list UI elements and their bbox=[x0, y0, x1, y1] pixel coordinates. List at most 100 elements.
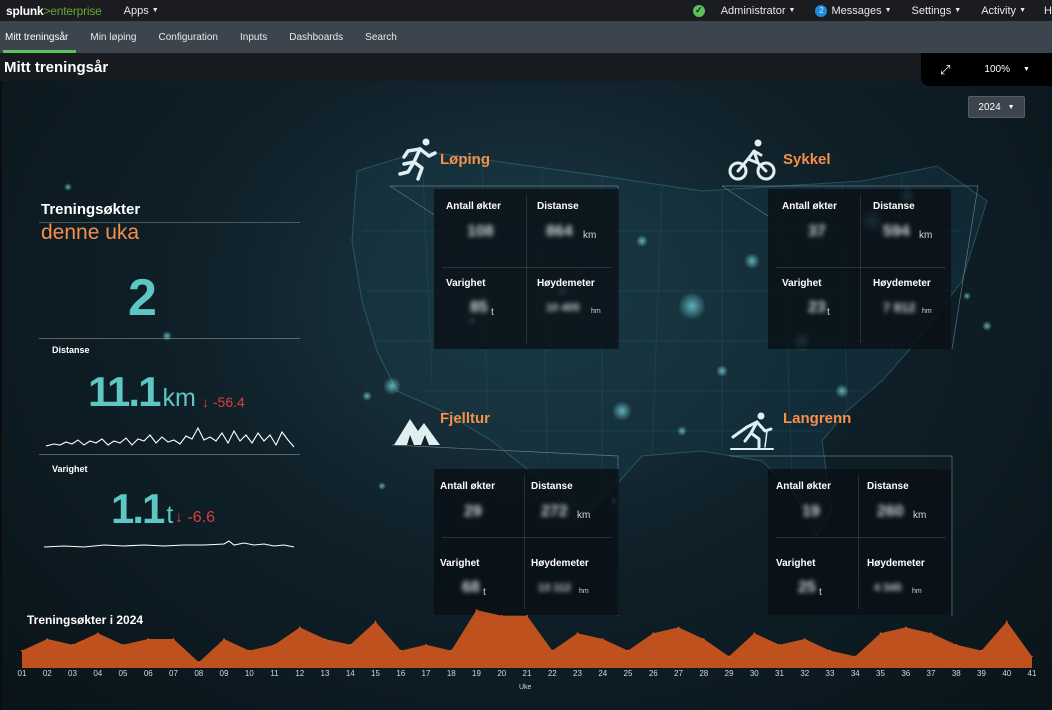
week-distance-label: Distanse bbox=[52, 345, 90, 355]
splunk-logo[interactable]: splunk>enterprise bbox=[6, 4, 102, 18]
elevation-value: 10 405 bbox=[546, 302, 580, 314]
year-select[interactable]: 2024 ▼ bbox=[968, 96, 1025, 118]
x-tick-label: 41 bbox=[1027, 669, 1037, 678]
help-menu[interactable]: H bbox=[1044, 5, 1052, 17]
x-tick-label: 07 bbox=[169, 669, 178, 678]
sessions-value: 19 bbox=[802, 503, 820, 520]
sessions-label: Antall økter bbox=[446, 201, 502, 212]
x-tick-label: 01 bbox=[17, 669, 27, 678]
week-distance-delta: ↓ -56.4 bbox=[202, 394, 245, 410]
cyclist-icon bbox=[728, 139, 776, 181]
divider bbox=[39, 338, 300, 339]
distance-value: 272 bbox=[541, 503, 568, 520]
app-nav: Mitt treningsår Min løping Configuration… bbox=[0, 21, 1052, 53]
duration-label: Varighet bbox=[440, 558, 480, 569]
distance-unit: km bbox=[913, 510, 927, 521]
x-tick-label: 34 bbox=[850, 669, 860, 678]
sport-title-fjelltur: Fjelltur bbox=[440, 410, 491, 427]
week-duration-value: 1.1 t bbox=[111, 485, 174, 532]
zoom-dropdown-icon[interactable]: ▼ bbox=[1023, 66, 1030, 73]
elevation-label: Høydemeter bbox=[867, 558, 925, 569]
apps-menu[interactable]: Apps ▼ bbox=[124, 5, 159, 17]
duration-label: Varighet bbox=[446, 278, 486, 289]
distance-label: Distanse bbox=[873, 201, 915, 212]
sessions-value: 37 bbox=[808, 223, 826, 240]
x-tick-label: 12 bbox=[295, 669, 305, 678]
fullscreen-icon[interactable]: ⤢ bbox=[940, 62, 950, 78]
week-distance-value: 11.1 km bbox=[88, 368, 196, 415]
zoom-level[interactable]: 100% bbox=[984, 64, 1010, 75]
sessions-label: Antall økter bbox=[782, 201, 838, 212]
duration-unit: t bbox=[819, 587, 822, 598]
x-tick-label: 19 bbox=[472, 669, 481, 678]
elevation-value: 13 112 bbox=[538, 582, 572, 594]
x-tick-label: 16 bbox=[396, 669, 406, 678]
x-tick-label: 38 bbox=[951, 669, 961, 678]
zoom-control: ⤢ 100% ▼ bbox=[921, 53, 1052, 86]
duration-label: Varighet bbox=[782, 278, 822, 289]
caret-down-icon: ▼ bbox=[954, 7, 962, 14]
sport-title-langrenn: Langrenn bbox=[783, 410, 852, 427]
x-tick-label: 05 bbox=[118, 669, 128, 678]
elevation-value: 4 345 bbox=[874, 582, 902, 594]
title-bar bbox=[0, 53, 1052, 81]
top-bar: splunk>enterprise Apps ▼ ✓ Administrator ▼… bbox=[0, 0, 1052, 21]
dashboard-canvas: Treningsøkter denne uka 2 Distanse 11.1 k… bbox=[2, 81, 1052, 710]
sport-title-loping: Løping bbox=[440, 151, 490, 168]
distance-label: Distanse bbox=[537, 201, 579, 212]
x-tick-label: 10 bbox=[244, 669, 254, 678]
x-tick-label: 14 bbox=[345, 669, 355, 678]
x-tick-label: 26 bbox=[648, 669, 658, 678]
x-tick-label: 21 bbox=[522, 669, 532, 678]
settings-menu[interactable]: Settings ▼ bbox=[912, 5, 962, 17]
x-tick-label: 03 bbox=[68, 669, 77, 678]
sessions-week-title: Treningsøkter bbox=[41, 201, 141, 218]
x-tick-label: 23 bbox=[573, 669, 582, 678]
x-tick-label: 25 bbox=[623, 669, 633, 678]
elevation-label: Høydemeter bbox=[531, 558, 589, 569]
chart-title: Treningsøkter i 2024 bbox=[27, 613, 144, 627]
x-tick-label: 37 bbox=[926, 669, 936, 678]
tab-min-loping[interactable]: Min løping bbox=[79, 21, 147, 53]
x-tick-label: 09 bbox=[219, 669, 229, 678]
elevation-value: 7 812 bbox=[883, 300, 916, 315]
distance-value: 260 bbox=[877, 503, 904, 520]
tab-search[interactable]: Search bbox=[354, 21, 408, 53]
caret-down-icon: ▼ bbox=[884, 7, 892, 14]
caret-down-icon: ▼ bbox=[151, 7, 159, 14]
x-tick-label: 13 bbox=[320, 669, 330, 678]
messages-menu[interactable]: 2 Messages ▼ bbox=[815, 4, 892, 17]
x-tick-label: 24 bbox=[598, 669, 608, 678]
distance-sparkline bbox=[46, 426, 295, 448]
elevation-unit: hm bbox=[591, 308, 601, 315]
tab-inputs[interactable]: Inputs bbox=[229, 21, 278, 53]
runner-icon bbox=[398, 138, 437, 181]
elevation-unit: hm bbox=[922, 308, 932, 315]
sessions-week-subtitle: denne uka bbox=[41, 221, 140, 244]
administrator-menu[interactable]: Administrator ▼ bbox=[721, 5, 796, 17]
x-tick-label: 30 bbox=[749, 669, 759, 678]
tab-mitt-treningsar[interactable]: Mitt treningsår bbox=[0, 21, 79, 53]
x-tick-label: 18 bbox=[446, 669, 456, 678]
caret-down-icon: ▼ bbox=[788, 7, 796, 14]
sessions-value: 108 bbox=[467, 223, 494, 240]
tab-configuration[interactable]: Configuration bbox=[148, 21, 229, 53]
elevation-label: Høydemeter bbox=[537, 278, 595, 289]
arrow-down-icon: ↓ bbox=[175, 509, 183, 526]
distance-value: 594 bbox=[883, 223, 910, 240]
duration-value: 25 bbox=[798, 579, 816, 596]
x-tick-label: 15 bbox=[371, 669, 380, 678]
distance-unit: km bbox=[577, 510, 591, 521]
x-tick-label: 29 bbox=[724, 669, 734, 678]
sessions-value: 29 bbox=[464, 503, 482, 520]
health-status-icon[interactable]: ✓ bbox=[692, 4, 705, 17]
week-duration-delta: ↓ -6.6 bbox=[175, 509, 216, 526]
activity-menu[interactable]: Activity ▼ bbox=[981, 5, 1026, 17]
x-tick-label: 32 bbox=[800, 669, 810, 678]
x-axis-title: Uke bbox=[519, 684, 532, 691]
x-tick-label: 11 bbox=[270, 669, 279, 678]
stats-langrenn: Antall økter 19 Distanse 260 km Varighet… bbox=[768, 469, 951, 615]
caret-down-icon: ▼ bbox=[1019, 7, 1026, 14]
x-tick-label: 22 bbox=[547, 669, 557, 678]
tab-dashboards[interactable]: Dashboards bbox=[278, 21, 354, 53]
